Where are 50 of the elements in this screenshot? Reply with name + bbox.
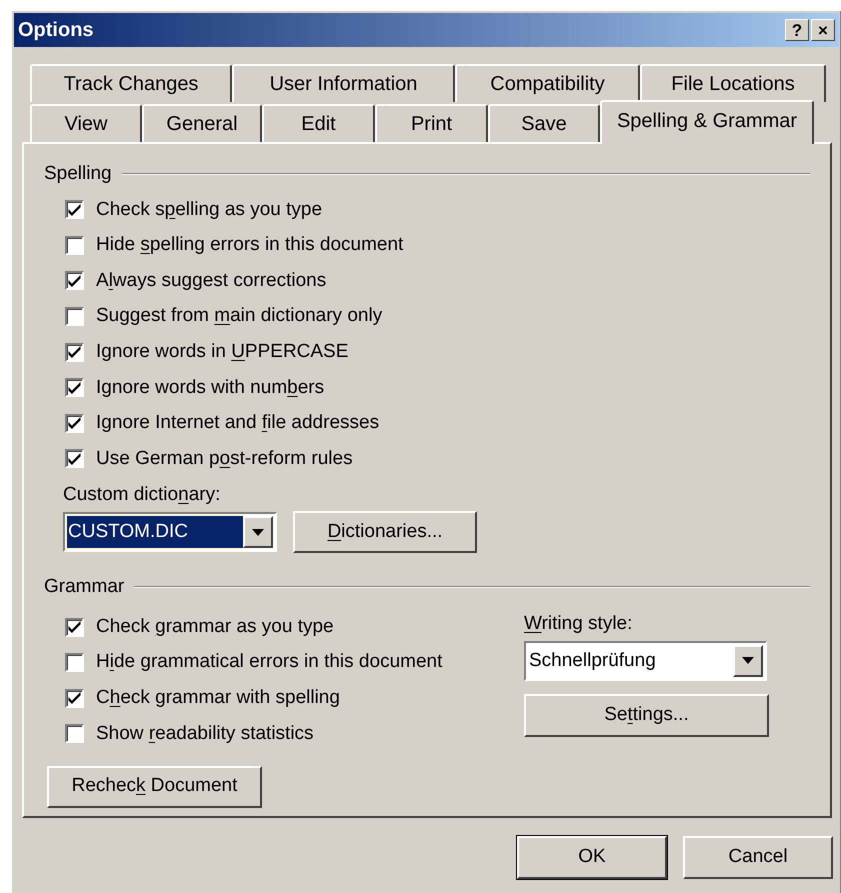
checkbox-label: Ignore words in UPPERCASE	[96, 340, 348, 364]
checkbox[interactable]	[65, 653, 84, 672]
checkbox[interactable]	[65, 724, 84, 744]
checkbox-label: Hide spelling errors in this document	[96, 233, 404, 258]
group-heading: Grammar	[44, 575, 124, 599]
cancel-button[interactable]: Cancel	[683, 836, 833, 879]
checkbox-label: Always suggest corrections	[96, 268, 326, 293]
tab[interactable]: User Information	[232, 64, 455, 102]
checkbox-label: Hide grammatical errors in this document	[96, 650, 442, 674]
settings-button[interactable]: Settings...	[524, 694, 769, 737]
tab[interactable]: Track Changes	[30, 64, 232, 102]
tab[interactable]: Save	[488, 104, 600, 142]
checkbox-label: Ignore words with numbers	[96, 376, 324, 400]
tab[interactable]: Edit	[262, 104, 375, 142]
recheck-document-button[interactable]: Recheck Document	[47, 766, 262, 808]
checkbox-label: Use German post-reform rules	[96, 446, 353, 471]
help-button[interactable]: ?	[785, 19, 809, 41]
group-heading: Spelling	[44, 162, 112, 186]
close-button[interactable]: ×	[811, 19, 835, 41]
dropdown-field[interactable]: CUSTOM.DIC	[63, 512, 277, 552]
ok-button[interactable]: OK	[517, 836, 667, 879]
dictionaries-button[interactable]: Dictionaries...	[293, 511, 477, 554]
checkbox[interactable]	[65, 307, 84, 326]
checkbox[interactable]	[65, 200, 84, 220]
tab[interactable]: Compatibility	[455, 64, 640, 102]
checkbox[interactable]	[65, 688, 84, 708]
tab[interactable]: View	[30, 104, 142, 142]
checkbox-label: Check spelling as you type	[96, 198, 322, 222]
dropdown-value: CUSTOM.DIC	[67, 516, 243, 548]
checkbox-label: Check grammar with spelling	[96, 686, 340, 710]
dropdown-field[interactable]: Schnellprüfung	[524, 640, 767, 681]
tab[interactable]: Print	[375, 104, 488, 142]
checkbox[interactable]	[65, 618, 84, 637]
checkbox[interactable]	[65, 342, 84, 362]
field-label: Custom dictionary:	[63, 482, 220, 507]
checkbox[interactable]	[65, 271, 84, 290]
dropdown-value: Schnellprüfung	[528, 648, 657, 672]
field-label: Writing style:	[524, 612, 632, 636]
checkbox[interactable]	[65, 236, 84, 255]
checkbox[interactable]	[65, 414, 84, 433]
tab[interactable]: General	[142, 104, 262, 142]
window-title: Options	[18, 18, 94, 43]
checkbox-label: Suggest from main dictionary only	[96, 304, 382, 328]
checkbox-label: Show readability statistics	[96, 722, 314, 746]
tab[interactable]: Spelling & Grammar	[600, 100, 814, 144]
checkbox-label: Ignore Internet and file addresses	[96, 411, 380, 436]
checkbox-label: Check grammar as you type	[96, 614, 334, 639]
checkbox[interactable]	[65, 378, 84, 398]
tab[interactable]: File Locations	[640, 64, 826, 102]
checkbox[interactable]	[65, 449, 84, 468]
